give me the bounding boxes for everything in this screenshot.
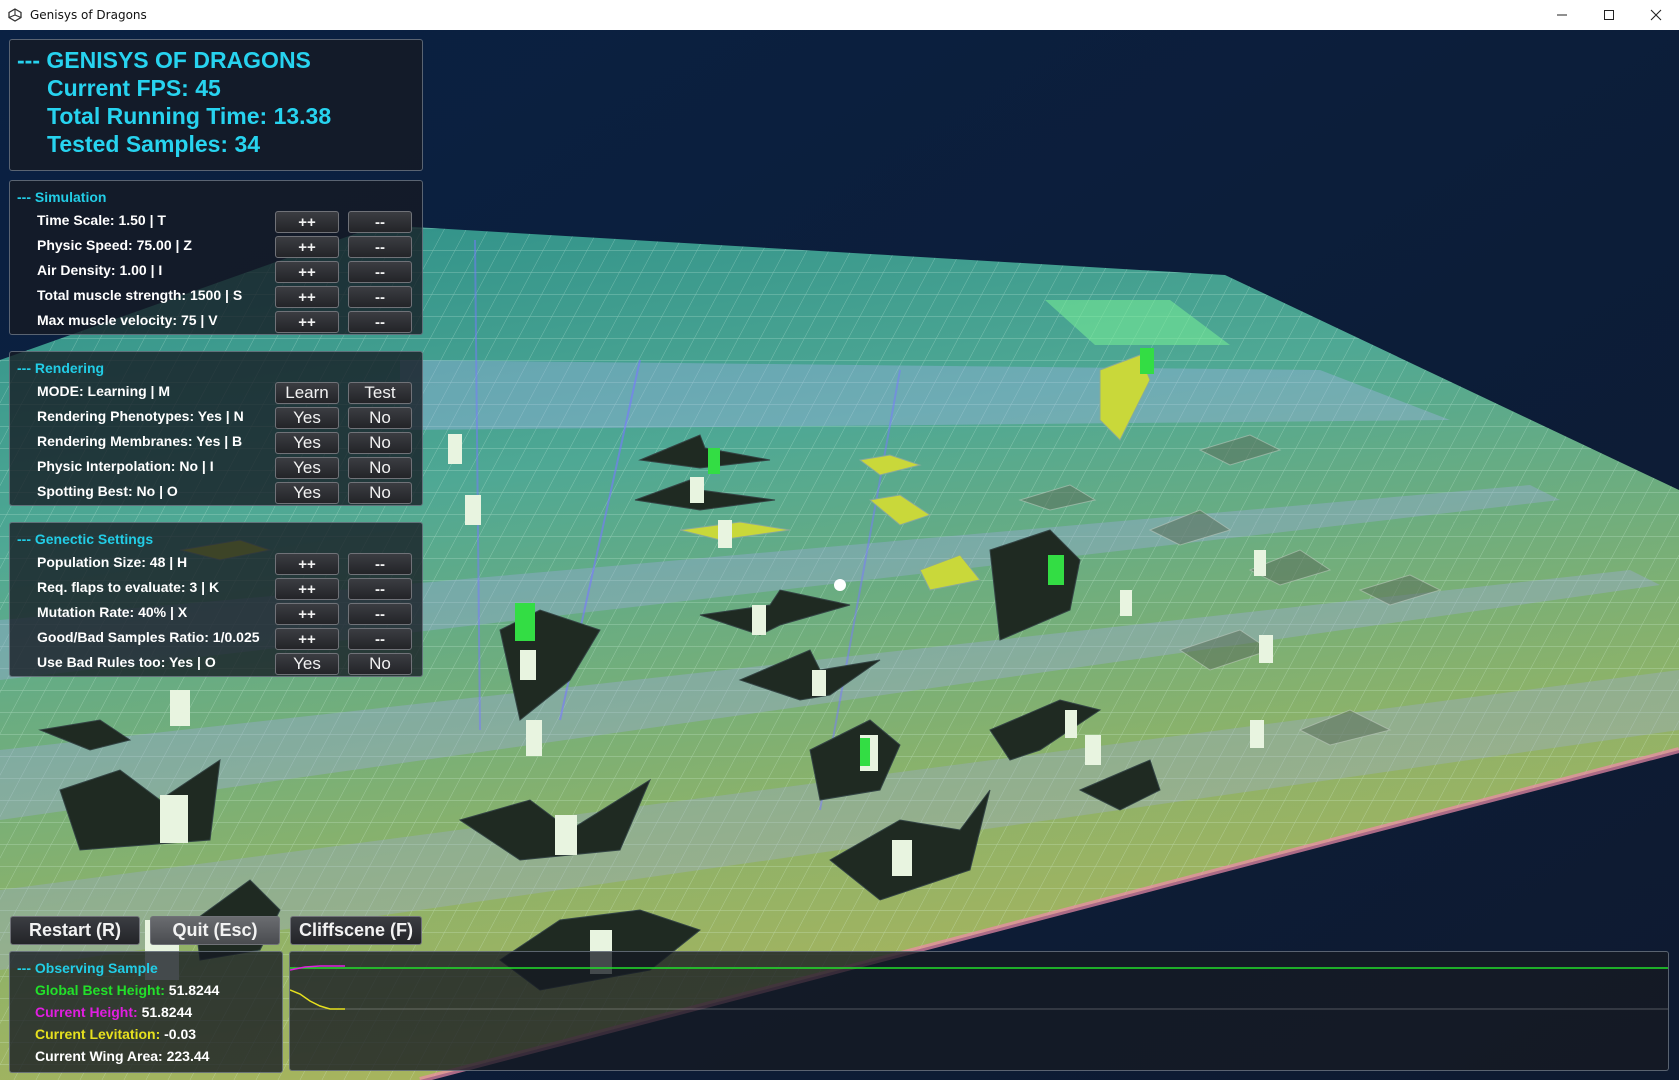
use-bad-rules-label: Use Bad Rules too: Yes | O	[37, 654, 216, 670]
air-density-label: Air Density: 1.00 | I	[37, 262, 163, 278]
rendering-panel: --- Rendering MODE: Learning | M Learn T…	[9, 351, 423, 506]
population-size-decrease-button[interactable]: --	[348, 553, 412, 575]
render-membranes-yes-button[interactable]: Yes	[275, 432, 339, 454]
req-flaps-label: Req. flaps to evaluate: 3 | K	[37, 579, 220, 595]
simulation-panel: --- Simulation Time Scale: 1.50 | T ++ -…	[9, 180, 423, 335]
mode-learn-button[interactable]: Learn	[275, 382, 339, 404]
minimize-button[interactable]	[1539, 0, 1585, 30]
global-best-height-label: Global Best Height:	[35, 982, 165, 998]
current-wing-area: Current Wing Area: 223.44	[35, 1048, 209, 1064]
spotting-best-label: Spotting Best: No | O	[37, 483, 178, 499]
time-scale-label: Time Scale: 1.50 | T	[37, 212, 166, 228]
height-graph-panel	[289, 951, 1669, 1071]
use-bad-rules-no-button[interactable]: No	[348, 653, 412, 675]
population-size-label: Population Size: 48 | H	[37, 554, 188, 570]
current-height-value: 51.8244	[141, 1004, 193, 1020]
mode-test-button[interactable]: Test	[348, 382, 412, 404]
current-wing-area-value: 223.44	[166, 1048, 210, 1064]
height-graph	[289, 965, 1668, 1010]
muscle-velocity-increase-button[interactable]: ++	[275, 311, 339, 333]
mutation-rate-increase-button[interactable]: ++	[275, 603, 339, 625]
current-height: Current Height: 51.8244	[35, 1004, 192, 1020]
hud-title: --- GENISYS OF DRAGONS	[17, 47, 311, 73]
current-wing-area-label: Current Wing Area:	[35, 1048, 163, 1064]
mutation-rate-label: Mutation Rate: 40% | X	[37, 604, 188, 620]
maximize-icon	[1604, 10, 1614, 20]
muscle-strength-decrease-button[interactable]: --	[348, 286, 412, 308]
muscle-velocity-label: Max muscle velocity: 75 | V	[37, 312, 218, 328]
title-bar: Genisys of Dragons	[0, 0, 1679, 30]
window-title: Genisys of Dragons	[30, 8, 147, 22]
render-phenotypes-no-button[interactable]: No	[348, 407, 412, 429]
hud-running-time: Total Running Time: 13.38	[47, 103, 332, 129]
simulation-viewport[interactable]: --- GENISYS OF DRAGONS Current FPS: 45 T…	[0, 30, 1679, 1080]
mutation-rate-decrease-button[interactable]: --	[348, 603, 412, 625]
muscle-strength-increase-button[interactable]: ++	[275, 286, 339, 308]
observing-sample-panel: --- Observing Sample Global Best Height:…	[9, 951, 283, 1073]
cliffscene-button[interactable]: Cliffscene (F)	[290, 916, 422, 945]
global-best-height-value: 51.8244	[168, 982, 220, 998]
physic-speed-increase-button[interactable]: ++	[275, 236, 339, 258]
time-scale-decrease-button[interactable]: --	[348, 211, 412, 233]
samples-ratio-increase-button[interactable]: ++	[275, 628, 339, 650]
simulation-heading: --- Simulation	[17, 189, 107, 205]
genetic-heading: --- Genectic Settings	[17, 531, 154, 547]
close-button[interactable]	[1633, 0, 1679, 30]
hud-fps: Current FPS: 45	[47, 75, 221, 101]
spotting-best-yes-button[interactable]: Yes	[275, 482, 339, 504]
samples-ratio-label: Good/Bad Samples Ratio: 1/0.025	[37, 629, 260, 645]
render-membranes-no-button[interactable]: No	[348, 432, 412, 454]
population-size-increase-button[interactable]: ++	[275, 553, 339, 575]
render-phenotypes-yes-button[interactable]: Yes	[275, 407, 339, 429]
hud-tested-samples: Tested Samples: 34	[47, 131, 261, 157]
physic-speed-label: Physic Speed: 75.00 | Z	[37, 237, 192, 253]
render-membranes-label: Rendering Membranes: Yes | B	[37, 433, 243, 449]
air-density-increase-button[interactable]: ++	[275, 261, 339, 283]
observing-heading: --- Observing Sample	[17, 960, 158, 976]
maximize-button[interactable]	[1586, 0, 1632, 30]
req-flaps-decrease-button[interactable]: --	[348, 578, 412, 600]
req-flaps-increase-button[interactable]: ++	[275, 578, 339, 600]
current-levitation-value: -0.03	[164, 1026, 197, 1042]
air-density-decrease-button[interactable]: --	[348, 261, 412, 283]
render-phenotypes-label: Rendering Phenotypes: Yes | N	[37, 408, 244, 424]
genetic-settings-panel: --- Genectic Settings Population Size: 4…	[9, 522, 423, 677]
hud-panel: --- GENISYS OF DRAGONS Current FPS: 45 T…	[9, 39, 423, 171]
current-levitation: Current Levitation: -0.03	[35, 1026, 196, 1042]
rendering-heading: --- Rendering	[17, 360, 105, 376]
levitation-trace	[289, 989, 345, 1010]
current-levitation-label: Current Levitation:	[35, 1026, 161, 1042]
muscle-strength-label: Total muscle strength: 1500 | S	[37, 287, 243, 303]
mode-label: MODE: Learning | M	[37, 383, 171, 399]
time-scale-increase-button[interactable]: ++	[275, 211, 339, 233]
current-height-label: Current Height:	[35, 1004, 138, 1020]
physic-interpolation-label: Physic Interpolation: No | I	[37, 458, 214, 474]
spotting-best-no-button[interactable]: No	[348, 482, 412, 504]
close-icon	[1650, 9, 1662, 21]
physic-interpolation-yes-button[interactable]: Yes	[275, 457, 339, 479]
physic-interpolation-no-button[interactable]: No	[348, 457, 412, 479]
use-bad-rules-yes-button[interactable]: Yes	[275, 653, 339, 675]
physic-speed-decrease-button[interactable]: --	[348, 236, 412, 258]
unity-app-icon	[8, 8, 22, 22]
global-best-height: Global Best Height: 51.8244	[35, 982, 219, 998]
minimize-icon	[1557, 14, 1567, 16]
muscle-velocity-decrease-button[interactable]: --	[348, 311, 412, 333]
quit-button[interactable]: Quit (Esc)	[150, 916, 280, 945]
samples-ratio-decrease-button[interactable]: --	[348, 628, 412, 650]
restart-button[interactable]: Restart (R)	[10, 916, 140, 945]
